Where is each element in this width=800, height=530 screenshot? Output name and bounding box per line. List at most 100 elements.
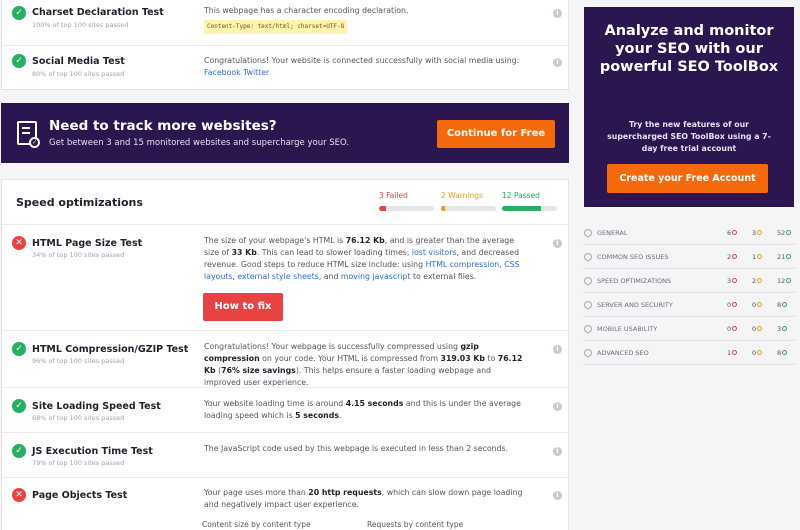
x-icon: ✕ — [12, 488, 26, 502]
passed-progress-bar — [502, 206, 557, 211]
content-size-heading: Content size by content type — [202, 520, 311, 529]
warning-count: 0 — [752, 301, 763, 309]
warnings-label: 2 Warnings — [441, 191, 483, 200]
promo-text: Try the new features of our supercharged… — [607, 120, 771, 153]
test-subtitle: 100% of top 100 sites passed — [32, 21, 129, 29]
info-icon[interactable]: i — [553, 345, 562, 354]
passed-count: 3 — [777, 325, 788, 333]
summary-row[interactable]: GENERAL 6 3 52 — [583, 221, 795, 245]
test-subtitle: 68% of top 100 sites passed — [32, 414, 125, 422]
passed-count: 12 — [777, 277, 792, 285]
info-icon[interactable]: i — [553, 491, 562, 500]
summary-label: MOBILE USABILITY — [597, 325, 658, 333]
passed-count: 21 — [777, 253, 792, 261]
check-icon: ✓ — [12, 6, 26, 20]
section-icon — [584, 253, 592, 261]
warning-count: 0 — [752, 349, 763, 357]
desc-text: This webpage has a character encoding de… — [204, 6, 409, 15]
facebook-link[interactable]: Facebook — [204, 68, 241, 77]
passed-count: 8 — [777, 301, 788, 309]
section-heading: Speed optimizations — [16, 196, 143, 209]
test-row-charset: ✓ Charset Declaration Test 100% of top 1… — [2, 0, 568, 45]
test-title: Site Loading Speed Test — [32, 401, 161, 412]
requests-heading: Requests by content type — [367, 520, 464, 529]
external-style-sheets-link[interactable]: external style sheets — [237, 272, 318, 281]
info-icon[interactable]: i — [553, 9, 562, 18]
info-icon[interactable]: i — [553, 402, 562, 411]
test-description: Congratulations! Your webpage is success… — [204, 342, 523, 387]
x-icon: ✕ — [12, 236, 26, 250]
test-description: Congratulations! Your website is connect… — [204, 55, 529, 79]
desc-text: Congratulations! Your website is connect… — [204, 56, 520, 65]
summary-label: ADVANCED SEO — [597, 349, 649, 357]
test-subtitle: 96% of top 100 sites passed — [32, 357, 125, 365]
failed-progress-bar — [379, 206, 434, 211]
check-icon: ✓ — [12, 399, 26, 413]
test-title: Charset Declaration Test — [32, 7, 164, 18]
create-free-account-button[interactable]: Create your Free Account — [607, 164, 768, 193]
warning-count: 1 — [752, 253, 763, 261]
test-subtitle: 80% of top 100 sites passed — [32, 70, 125, 78]
lost-visitors-link[interactable]: lost visitors — [412, 248, 457, 257]
section-icon — [584, 277, 592, 285]
failed-count: 6 — [727, 229, 738, 237]
test-subtitle: 34% of top 100 sites passed — [32, 251, 125, 259]
summary-row[interactable]: MOBILE USABILITY 0 0 3 — [583, 317, 795, 341]
warning-count: 3 — [752, 229, 763, 237]
html-compression-link[interactable]: HTML compression — [426, 260, 500, 269]
speed-optimizations-card: Speed optimizations 3 Failed 2 Warnings … — [1, 179, 569, 530]
check-icon: ✓ — [12, 54, 26, 68]
summary-label: SPEED OPTIMIZATIONS — [597, 277, 672, 285]
code-snippet: Content-Type: text/html; charset=UTF-8 — [204, 20, 348, 34]
warnings-progress-bar — [441, 206, 496, 211]
failed-count: 2 — [727, 253, 738, 261]
summary-row[interactable]: COMMON SEO ISSUES 2 1 21 — [583, 245, 795, 269]
test-title: HTML Page Size Test — [32, 238, 143, 249]
test-description: The size of your webpage's HTML is 76.12… — [204, 236, 520, 281]
how-to-fix-button[interactable]: How to fix — [203, 293, 283, 321]
section-icon — [584, 325, 592, 333]
test-title: Social Media Test — [32, 56, 125, 67]
continue-for-free-button[interactable]: Continue for Free — [437, 120, 555, 148]
section-icon — [584, 301, 592, 309]
info-icon[interactable]: i — [553, 58, 562, 67]
test-description: Your website loading time is around 4.15… — [204, 399, 521, 420]
failed-count: 0 — [727, 325, 738, 333]
info-icon[interactable]: i — [553, 447, 562, 456]
document-check-icon: ✓ — [17, 121, 40, 148]
test-row-gzip: ✓ HTML Compression/GZIP Test 96% of top … — [2, 330, 568, 387]
warning-count: 0 — [752, 325, 763, 333]
test-row-html-size: ✕ HTML Page Size Test 34% of top 100 sit… — [2, 224, 568, 330]
passed-label: 12 Passed — [502, 191, 540, 200]
test-title: HTML Compression/GZIP Test — [32, 344, 189, 355]
summary-label: COMMON SEO ISSUES — [597, 253, 669, 261]
section-icon — [584, 349, 592, 357]
test-row-js-execution: ✓ JS Execution Time Test 79% of top 100 … — [2, 432, 568, 477]
tracking-banner: ✓ Need to track more websites? Get betwe… — [1, 103, 569, 163]
passed-count: 52 — [777, 229, 792, 237]
test-description: This webpage has a character encoding de… — [204, 5, 529, 34]
promo-headline: Analyze and monitor your SEO with our po… — [599, 23, 779, 75]
test-description: The JavaScript code used by this webpage… — [204, 444, 509, 453]
check-icon: ✓ — [12, 444, 26, 458]
banner-text: Get between 3 and 15 monitored websites … — [49, 138, 350, 148]
info-icon[interactable]: i — [553, 239, 562, 248]
banner-title: Need to track more websites? — [49, 118, 277, 134]
moving-javascript-link[interactable]: moving javascript — [341, 272, 411, 281]
failed-count: 3 — [727, 277, 738, 285]
summary-row[interactable]: SERVER AND SECURITY 0 0 8 — [583, 293, 795, 317]
seo-toolbox-promo: Analyze and monitor your SEO with our po… — [584, 7, 794, 207]
failed-count: 0 — [727, 301, 738, 309]
summary-label: GENERAL — [597, 229, 628, 237]
check-icon: ✓ — [12, 342, 26, 356]
twitter-link[interactable]: Twitter — [243, 68, 269, 77]
section-icon — [584, 229, 592, 237]
top-tests-card: ✓ Charset Declaration Test 100% of top 1… — [1, 0, 569, 90]
failed-count: 1 — [727, 349, 738, 357]
warning-count: 2 — [752, 277, 763, 285]
passed-count: 8 — [777, 349, 788, 357]
summary-row[interactable]: SPEED OPTIMIZATIONS 3 2 12 — [583, 269, 795, 293]
summary-row[interactable]: ADVANCED SEO 1 0 8 — [583, 341, 795, 365]
test-row-loading-speed: ✓ Site Loading Speed Test 68% of top 100… — [2, 387, 568, 432]
test-subtitle: 79% of top 100 sites passed — [32, 459, 125, 467]
